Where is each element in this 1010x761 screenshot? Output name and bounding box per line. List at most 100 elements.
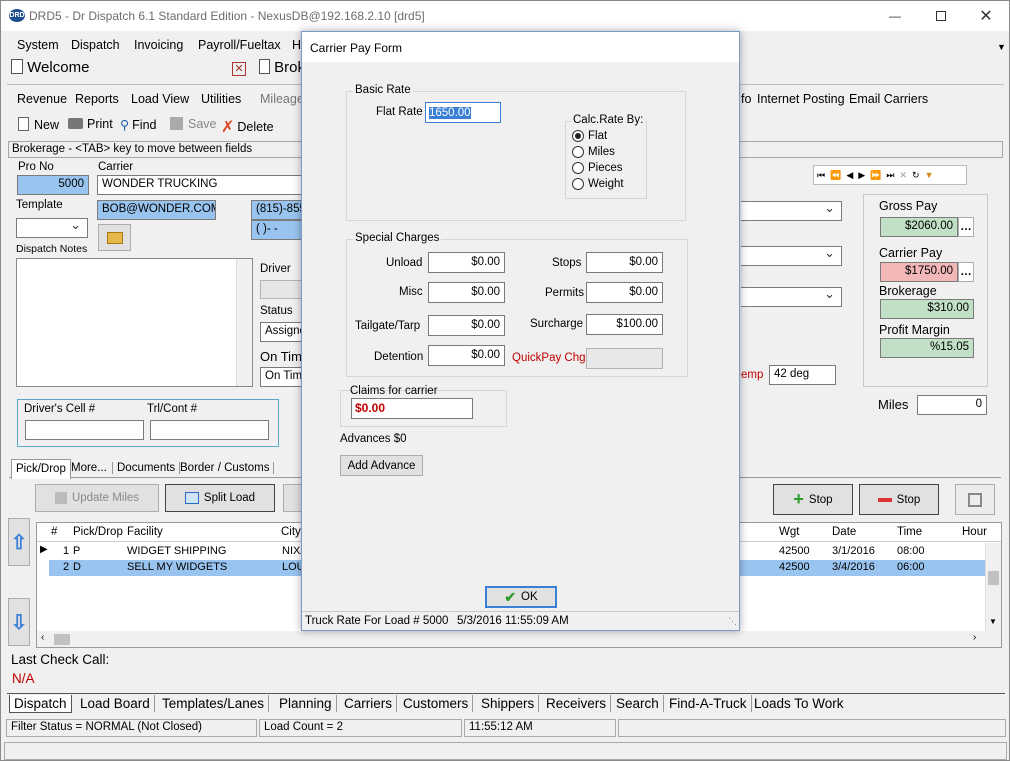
tab-planning[interactable]: Planning bbox=[275, 695, 337, 712]
save-button[interactable]: Save bbox=[170, 117, 217, 131]
revenue-button[interactable]: Revenue bbox=[17, 92, 67, 106]
carrier-field[interactable]: WONDER TRUCKING bbox=[97, 175, 302, 195]
tab-templates[interactable]: Templates/Lanes bbox=[158, 695, 270, 712]
email-field[interactable]: BOB@WONDER.COM bbox=[97, 200, 216, 220]
col-hour[interactable]: Hour bbox=[962, 526, 987, 538]
refresh-icon[interactable]: ↻ bbox=[912, 170, 920, 181]
dropdown-2[interactable] bbox=[741, 245, 842, 266]
update-miles-button[interactable]: Update Miles bbox=[35, 484, 159, 512]
scroll-left-icon[interactable]: ‹ bbox=[41, 632, 44, 643]
radio-pieces[interactable]: Pieces bbox=[572, 162, 623, 174]
tab-loads-to-work[interactable]: Loads To Work bbox=[750, 695, 848, 712]
resize-grip-icon[interactable]: ⋱ bbox=[728, 616, 737, 627]
dispatch-notes-textarea[interactable] bbox=[16, 258, 253, 387]
col-pickdrop[interactable]: Pick/Drop bbox=[73, 526, 123, 538]
reports-button[interactable]: Reports bbox=[75, 92, 119, 106]
next-icon[interactable]: ▶ bbox=[858, 170, 865, 181]
subtab-more[interactable]: More... bbox=[71, 462, 113, 474]
grid-vscrollbar[interactable]: ▼ bbox=[985, 543, 1001, 631]
delete-button[interactable]: ✗ Delete bbox=[221, 117, 274, 137]
tab-find-a-truck[interactable]: Find-A-Truck bbox=[665, 695, 752, 712]
claims-field[interactable]: $0.00 bbox=[351, 398, 473, 419]
dropdown-3[interactable] bbox=[741, 286, 842, 307]
tab-customers[interactable]: Customers bbox=[399, 695, 474, 712]
permits-field[interactable]: $0.00 bbox=[586, 282, 663, 303]
ontime-field[interactable]: On Time bbox=[260, 367, 302, 387]
ok-button[interactable]: ✔ OK bbox=[485, 586, 557, 608]
email-button[interactable] bbox=[98, 224, 131, 251]
tab-shippers[interactable]: Shippers bbox=[477, 695, 540, 712]
menu-dispatch[interactable]: Dispatch bbox=[71, 38, 120, 52]
carrier-pay-more-button[interactable]: … bbox=[958, 262, 974, 282]
phone2-field[interactable]: ( )- - bbox=[251, 220, 302, 240]
pro-no-field[interactable]: 5000 bbox=[17, 175, 89, 195]
filter-icon[interactable]: ▼ bbox=[925, 170, 934, 180]
template-dropdown[interactable] bbox=[16, 217, 88, 238]
menu-help[interactable]: H bbox=[292, 38, 301, 52]
col-wgt[interactable]: Wgt bbox=[779, 526, 799, 538]
status-field[interactable]: Assigned bbox=[260, 322, 302, 342]
radio-miles[interactable]: Miles bbox=[572, 146, 615, 158]
vscroll-thumb[interactable] bbox=[988, 571, 999, 585]
subtab-pick-drop[interactable]: Pick/Drop bbox=[11, 459, 71, 479]
tab-load-board[interactable]: Load Board bbox=[76, 695, 155, 712]
maximize-button[interactable] bbox=[918, 1, 964, 31]
menu-invoicing[interactable]: Invoicing bbox=[134, 38, 183, 52]
add-advance-button[interactable]: Add Advance bbox=[340, 455, 423, 476]
last-icon[interactable]: ⏭ bbox=[886, 170, 894, 181]
menu-overflow-icon[interactable]: ▼ bbox=[997, 42, 1006, 52]
surcharge-field[interactable]: $100.00 bbox=[586, 314, 663, 335]
col-num[interactable]: # bbox=[51, 526, 57, 538]
close-button[interactable]: ✕ bbox=[963, 1, 1009, 31]
mileage-button[interactable]: Mileage bbox=[260, 92, 304, 106]
col-facility[interactable]: Facility bbox=[127, 526, 163, 538]
phone-field[interactable]: (815)-855 bbox=[251, 200, 302, 220]
stops-field[interactable]: $0.00 bbox=[586, 252, 663, 273]
scroll-down-icon[interactable]: ▼ bbox=[989, 617, 997, 626]
find-button[interactable]: ⚲ Find bbox=[120, 117, 156, 132]
notes-scrollbar[interactable] bbox=[236, 259, 252, 386]
save-stop-button[interactable] bbox=[955, 484, 995, 515]
col-time[interactable]: Time bbox=[897, 526, 922, 538]
tab-receivers[interactable]: Receivers bbox=[542, 695, 612, 712]
first-icon[interactable]: ⏮ bbox=[817, 170, 825, 181]
detention-field[interactable]: $0.00 bbox=[428, 345, 505, 366]
col-date[interactable]: Date bbox=[832, 526, 856, 538]
move-down-button[interactable]: ⇩ bbox=[8, 598, 30, 646]
gross-pay-more-button[interactable]: … bbox=[958, 217, 974, 237]
hscroll-thumb[interactable] bbox=[54, 634, 70, 645]
next-page-icon[interactable]: ⏩ bbox=[870, 170, 881, 181]
radio-flat[interactable]: Flat bbox=[572, 130, 607, 142]
tailgate-field[interactable]: $0.00 bbox=[428, 315, 505, 336]
new-button[interactable]: New bbox=[18, 117, 59, 132]
utilities-button[interactable]: Utilities bbox=[201, 92, 241, 106]
scroll-right-icon[interactable]: › bbox=[973, 632, 976, 643]
close-tab-icon[interactable]: ✕ bbox=[232, 62, 246, 76]
print-button[interactable]: Print bbox=[68, 117, 113, 131]
radio-weight[interactable]: Weight bbox=[572, 178, 624, 190]
misc-field[interactable]: $0.00 bbox=[428, 282, 505, 303]
cancel-icon[interactable]: ✕ bbox=[900, 170, 908, 181]
email-carriers-button[interactable]: Email Carriers bbox=[849, 92, 928, 106]
internet-posting-button[interactable]: Internet Posting bbox=[757, 92, 845, 106]
subtab-documents[interactable]: Documents bbox=[117, 462, 181, 474]
temp-field[interactable]: 42 deg bbox=[769, 365, 836, 385]
move-up-button[interactable]: ⇧ bbox=[8, 518, 30, 566]
tab-search[interactable]: Search bbox=[612, 695, 664, 712]
add-stop-button[interactable]: + Stop bbox=[773, 484, 853, 515]
menu-payroll[interactable]: Payroll/Fueltax bbox=[198, 38, 281, 52]
prev-icon[interactable]: ◀ bbox=[846, 170, 853, 181]
split-load-button[interactable]: Split Load bbox=[165, 484, 275, 512]
prev-page-icon[interactable]: ⏪ bbox=[830, 170, 841, 181]
grid-hscrollbar[interactable]: ‹ › bbox=[37, 631, 1001, 647]
fo-button[interactable]: fo bbox=[741, 92, 751, 106]
trl-cont-field[interactable] bbox=[150, 420, 269, 440]
tab-dispatch[interactable]: Dispatch bbox=[9, 695, 72, 713]
menu-system[interactable]: System bbox=[17, 38, 59, 52]
tab-brokerage[interactable]: Brok bbox=[259, 59, 305, 83]
tab-welcome[interactable]: Welcome bbox=[11, 59, 89, 83]
dropdown-1[interactable] bbox=[741, 200, 842, 221]
driver-field[interactable] bbox=[260, 280, 302, 299]
remove-stop-button[interactable]: Stop bbox=[859, 484, 939, 515]
tab-carriers[interactable]: Carriers bbox=[340, 695, 398, 712]
